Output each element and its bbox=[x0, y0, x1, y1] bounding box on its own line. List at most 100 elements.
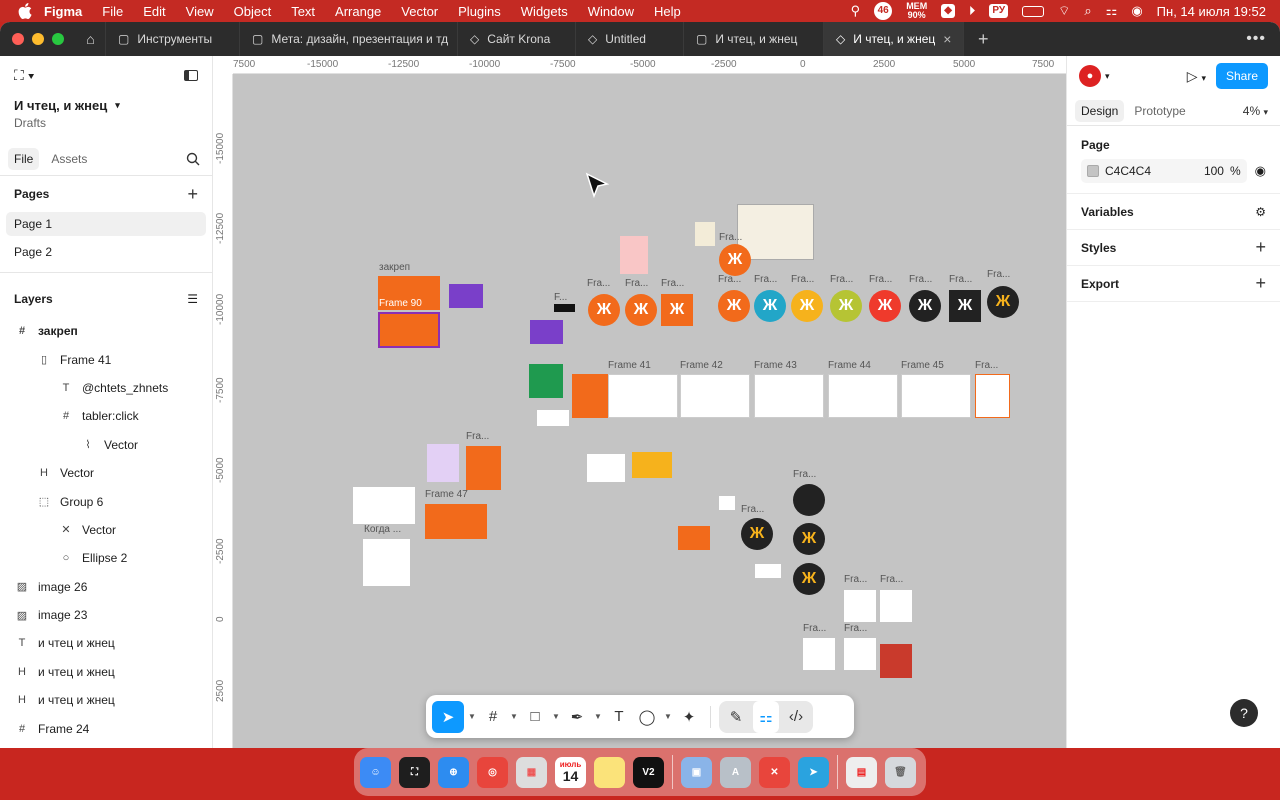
variables-settings-icon[interactable]: ⚙ bbox=[1255, 205, 1266, 219]
search-icon[interactable] bbox=[186, 152, 200, 166]
tab-chtets-1[interactable]: ▢ И чтец, и жнец bbox=[684, 22, 824, 56]
layer-row[interactable]: # Frame 24 bbox=[0, 714, 212, 742]
tab-file[interactable]: File bbox=[8, 147, 40, 170]
frame-label-fra[interactable]: Fra... bbox=[844, 623, 867, 634]
add-page-icon[interactable]: + bbox=[187, 184, 198, 205]
tab-assets[interactable]: Assets bbox=[45, 148, 93, 170]
zoom-window-button[interactable] bbox=[52, 33, 64, 45]
black-circle-gold[interactable]: Ж bbox=[741, 518, 773, 550]
mini-white-card[interactable] bbox=[755, 564, 781, 578]
chevron-down-icon[interactable]: ▼ bbox=[508, 701, 520, 733]
frame-label-zakrep[interactable]: закреп bbox=[379, 262, 410, 273]
more-icon[interactable]: ••• bbox=[1246, 30, 1266, 48]
actions-ai-icon[interactable]: ✦ bbox=[676, 701, 702, 733]
siri-icon[interactable]: ◉ bbox=[1131, 3, 1142, 19]
play-circle-icon[interactable]: ⏵ bbox=[969, 3, 976, 19]
spotlight-search-icon[interactable]: ⌕ bbox=[1084, 3, 1091, 19]
bright-card[interactable] bbox=[678, 526, 710, 550]
chevron-down-icon[interactable]: ▼ bbox=[592, 701, 604, 733]
tab-krona[interactable]: ◇ Сайт Krona bbox=[458, 22, 576, 56]
add-export-icon[interactable]: + bbox=[1255, 273, 1266, 294]
frame-label-fra[interactable]: Fra... bbox=[830, 274, 853, 285]
frame-end[interactable] bbox=[975, 374, 1010, 418]
safari-icon[interactable]: ⊕ bbox=[438, 756, 469, 788]
draw-mode-icon[interactable]: ✎ bbox=[723, 701, 749, 733]
frame-label-frame42[interactable]: Frame 42 bbox=[680, 360, 723, 371]
blue-circle[interactable]: Ж bbox=[754, 290, 786, 322]
tab-meta[interactable]: ▢ Мета: дизайн, презентация и тд bbox=[240, 22, 458, 56]
menu-edit[interactable]: Edit bbox=[143, 4, 165, 19]
frame-label-frame90[interactable]: Frame 90 bbox=[379, 298, 422, 309]
black-circle-gold[interactable]: Ж bbox=[793, 563, 825, 595]
canvas[interactable]: закреп Frame 90 F... Fra... Ж Fra... Fra… bbox=[233, 74, 1066, 748]
white-logo-card[interactable] bbox=[803, 638, 835, 670]
add-style-icon[interactable]: + bbox=[1255, 237, 1266, 258]
colorful-grid[interactable] bbox=[632, 452, 672, 478]
frame-41[interactable] bbox=[608, 374, 678, 418]
control-center-icon[interactable]: ⚏ bbox=[1106, 3, 1118, 19]
frame-43[interactable] bbox=[754, 374, 824, 418]
orange-circle[interactable]: Ж bbox=[625, 294, 657, 326]
frame-label-fra[interactable]: Fra... bbox=[803, 623, 826, 634]
clock[interactable]: Пн, 14 июля 19:52 bbox=[1157, 4, 1266, 19]
minimize-window-button[interactable] bbox=[32, 33, 44, 45]
menu-widgets[interactable]: Widgets bbox=[521, 4, 568, 19]
kogda-card[interactable] bbox=[363, 539, 410, 586]
frame-label-fra[interactable]: Fra... bbox=[975, 360, 998, 371]
black-circle[interactable]: Ж bbox=[909, 290, 941, 322]
yellow-circle[interactable]: Ж bbox=[791, 290, 823, 322]
menu-object[interactable]: Object bbox=[234, 4, 272, 19]
frame-label-fra[interactable]: Fra... bbox=[754, 274, 777, 285]
calendar-icon[interactable]: июль 14 bbox=[555, 756, 586, 788]
tab-design[interactable]: Design bbox=[1075, 99, 1125, 122]
figma-status-icon[interactable]: ⚲ bbox=[851, 3, 861, 19]
layer-row[interactable]: # закреп bbox=[0, 317, 212, 345]
menu-file[interactable]: File bbox=[102, 4, 123, 19]
frame-45[interactable] bbox=[901, 374, 971, 418]
figma-menu-icon[interactable]: ⛶ ▾ bbox=[14, 67, 35, 84]
menu-help[interactable]: Help bbox=[654, 4, 681, 19]
frame-label-fra[interactable]: Fra... bbox=[587, 278, 610, 289]
apple-icon[interactable] bbox=[18, 3, 32, 19]
notification-badge[interactable]: 46 bbox=[874, 2, 893, 20]
frame-label-fra[interactable]: Fra... bbox=[793, 469, 816, 480]
purple-card[interactable] bbox=[530, 320, 563, 344]
chrome-icon[interactable]: ◎ bbox=[477, 756, 508, 788]
frame-label-frame47[interactable]: Frame 47 bbox=[425, 489, 468, 500]
close-tab-icon[interactable]: × bbox=[943, 31, 951, 47]
layer-row[interactable]: ▨ image 26 bbox=[0, 573, 212, 601]
avatar-menu[interactable]: ● ▾ bbox=[1079, 65, 1110, 87]
layer-row[interactable]: ○ Ellipse 2 bbox=[0, 544, 212, 572]
close-window-button[interactable] bbox=[12, 33, 24, 45]
frame-label-fra[interactable]: Fra... bbox=[949, 274, 972, 285]
memory-indicator[interactable]: MEM 90% bbox=[906, 2, 927, 20]
frame-label-fra[interactable]: Fra... bbox=[844, 574, 867, 585]
tools-app-icon[interactable]: ✕ bbox=[759, 756, 790, 788]
black-circle-gold[interactable]: Ж bbox=[987, 286, 1019, 318]
green-card[interactable] bbox=[529, 364, 563, 398]
share-button[interactable]: Share bbox=[1215, 63, 1268, 89]
frame-sticker[interactable] bbox=[449, 284, 483, 308]
frame-label-fra[interactable]: Fra... bbox=[791, 274, 814, 285]
white-logo-card[interactable] bbox=[844, 638, 876, 670]
file-location[interactable]: Drafts bbox=[0, 116, 212, 134]
comment-tool-icon[interactable]: ◯ bbox=[634, 701, 660, 733]
figma-icon[interactable]: ⛶ bbox=[399, 756, 430, 788]
chevron-down-icon[interactable]: ▼ bbox=[662, 701, 674, 733]
red-illustration[interactable] bbox=[880, 644, 912, 678]
olive-circle[interactable]: Ж bbox=[830, 290, 862, 322]
layer-row[interactable]: ▨ image 23 bbox=[0, 601, 212, 629]
layer-row[interactable]: ⬚ Group 6 bbox=[0, 487, 212, 515]
layer-row[interactable]: # tabler:click bbox=[0, 402, 212, 430]
eye-icon[interactable]: ◉ bbox=[1255, 163, 1266, 179]
pink-card[interactable] bbox=[620, 236, 648, 274]
frame-label-frame43[interactable]: Frame 43 bbox=[754, 360, 797, 371]
chevron-down-icon[interactable]: ▼ bbox=[466, 701, 478, 733]
lilac-card[interactable] bbox=[427, 444, 459, 482]
pen-tool-icon[interactable]: ✒ bbox=[564, 701, 590, 733]
layer-row[interactable]: H Vector bbox=[0, 459, 212, 487]
white-logo-card[interactable] bbox=[844, 590, 876, 622]
preview-icon[interactable]: ▣ bbox=[681, 756, 712, 788]
black-circle[interactable] bbox=[793, 484, 825, 516]
frame-label-fra[interactable]: Fra... bbox=[718, 274, 741, 285]
